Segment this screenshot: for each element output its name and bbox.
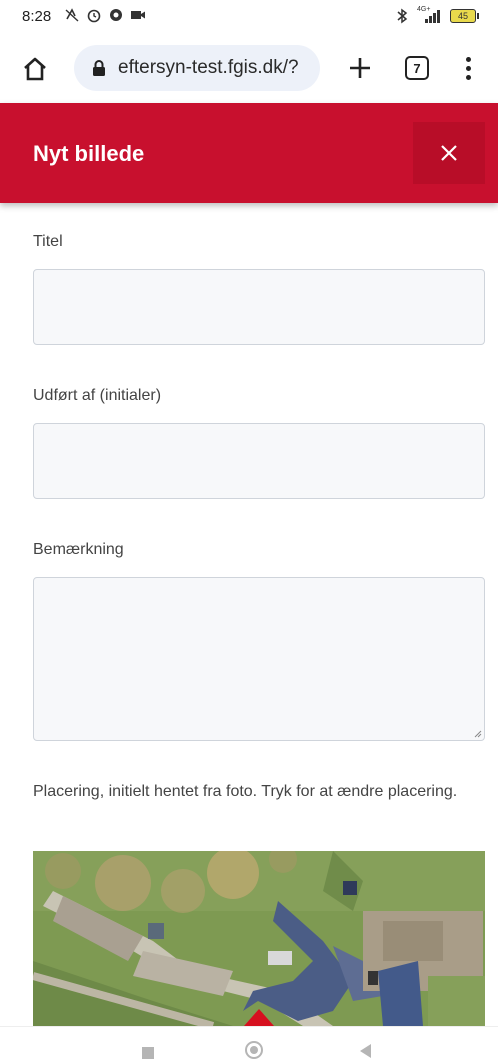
remark-textarea[interactable] — [34, 578, 484, 740]
video-icon — [130, 7, 146, 23]
bluetooth-icon — [394, 8, 410, 24]
status-time: 8:28 — [22, 8, 52, 25]
tab-count: 7 — [413, 60, 421, 76]
recent-apps-icon[interactable] — [142, 1047, 154, 1059]
plus-icon — [350, 58, 370, 78]
close-button[interactable] — [413, 122, 485, 184]
title-label: Titel — [33, 233, 63, 250]
lock-icon — [93, 60, 105, 76]
status-system-icons: 4G+ 45 — [394, 6, 479, 24]
home-nav-dot — [250, 1046, 258, 1054]
tab-switcher-button[interactable]: 7 — [405, 56, 429, 80]
address-bar[interactable]: eftersyn-test.fgis.dk/? — [74, 45, 320, 91]
mute-vibrate-icon — [64, 7, 80, 23]
location-marker-icon — [244, 1009, 274, 1026]
app-notification-icon — [108, 7, 124, 23]
url-text: eftersyn-test.fgis.dk/? — [118, 57, 299, 78]
alarm-icon — [86, 7, 102, 23]
resize-grip-icon[interactable] — [474, 730, 482, 738]
placement-instruction: Placering, initielt hentet fra foto. Try… — [33, 783, 458, 800]
more-vert-icon-dot — [465, 56, 471, 62]
more-vert-icon-dot — [465, 74, 471, 80]
more-vert-icon-dot — [465, 65, 471, 71]
initials-label: Udført af (initialer) — [33, 387, 162, 404]
page-title: Nyt billede — [33, 141, 145, 166]
battery-icon: 45 — [450, 9, 479, 23]
aerial-photo — [33, 851, 485, 1026]
remark-textarea-wrapper — [33, 577, 485, 741]
location-map[interactable] — [33, 851, 485, 1026]
home-button[interactable] — [18, 52, 52, 86]
network-type: 4G+ — [417, 6, 431, 13]
status-notification-icons — [64, 7, 146, 23]
system-navigation-bar — [0, 1026, 498, 1063]
home-icon — [24, 57, 46, 81]
battery-level: 45 — [457, 11, 468, 21]
signal-icon: 4G+ — [417, 6, 443, 24]
dialog-header: Nyt billede — [0, 103, 498, 203]
browser-toolbar: eftersyn-test.fgis.dk/? 7 — [0, 36, 498, 102]
new-tab-button[interactable] — [342, 50, 378, 86]
close-icon — [441, 145, 457, 161]
initials-input[interactable] — [33, 423, 485, 499]
browser-menu-button[interactable] — [456, 50, 480, 86]
status-bar: 8:28 4G+ 45 — [0, 0, 498, 36]
remark-label: Bemærkning — [33, 541, 124, 558]
home-nav-icon[interactable] — [245, 1041, 263, 1059]
back-icon[interactable] — [360, 1044, 371, 1058]
title-input[interactable] — [33, 269, 485, 345]
